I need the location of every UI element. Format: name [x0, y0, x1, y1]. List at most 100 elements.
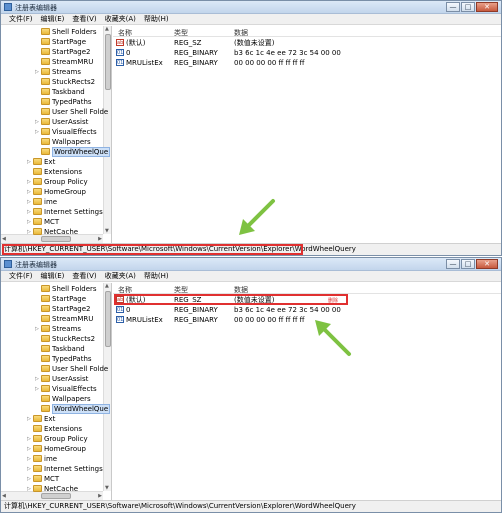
- scroll-down-icon[interactable]: ▼: [105, 485, 109, 491]
- tree-item[interactable]: ▷ NetCache: [27, 227, 78, 237]
- tree-item[interactable]: ▷ NetCache: [27, 484, 78, 494]
- folder-icon: [41, 385, 50, 392]
- scroll-left-icon[interactable]: ◀: [2, 493, 6, 499]
- title-bar[interactable]: 注册表编辑器 — □ ✕: [1, 258, 501, 271]
- scroll-up-icon[interactable]: ▲: [105, 26, 109, 32]
- folder-icon: [33, 445, 42, 452]
- tree-item[interactable]: ▷ MCT: [27, 217, 59, 227]
- value-row[interactable]: 01 MRUListEx REG_BINARY 00 00 00 00 ff ff f…: [113, 315, 501, 325]
- minimize-button[interactable]: —: [446, 2, 460, 12]
- tree-item-label: TypedPaths: [52, 355, 92, 363]
- key-tree[interactable]: ▲ ▼ ◀ ▶ Shell Folders StartPage StartPage2…: [1, 26, 112, 243]
- column-name[interactable]: 名称: [118, 28, 132, 38]
- value-row[interactable]: ab (默认) REG_SZ (数值未设置): [113, 38, 501, 48]
- tree-item[interactable]: ▷ HomeGroup: [27, 187, 86, 197]
- tree-item[interactable]: ▷ UserAssist: [35, 374, 88, 384]
- tree-item[interactable]: ▷ UserAssist: [35, 117, 88, 127]
- menu-help[interactable]: 帮助(H): [140, 271, 173, 281]
- tree-item[interactable]: ▷ Ext: [27, 157, 55, 167]
- close-button[interactable]: ✕: [476, 259, 498, 269]
- tree-item[interactable]: ▷ Streams: [35, 67, 81, 77]
- menu-view[interactable]: 查看(V): [68, 14, 100, 24]
- tree-item[interactable]: StartPage2: [35, 304, 91, 314]
- maximize-button[interactable]: □: [461, 259, 475, 269]
- tree-item[interactable]: StuckRects2: [35, 77, 95, 87]
- tree-item[interactable]: ▷ Internet Settings: [27, 464, 103, 474]
- tree-item-label: Extensions: [44, 168, 83, 176]
- tree-vertical-scrollbar[interactable]: ▲ ▼: [103, 26, 111, 234]
- tree-item[interactable]: StartPage2: [35, 47, 91, 57]
- tree-item[interactable]: ▷ Group Policy: [27, 177, 88, 187]
- tree-item-label: NetCache: [44, 485, 79, 493]
- scroll-left-icon[interactable]: ◀: [2, 236, 6, 242]
- column-data[interactable]: 数据: [234, 28, 248, 38]
- menu-favorites[interactable]: 收藏夹(A): [101, 14, 140, 24]
- menu-bar: 文件(F) 编辑(E) 查看(V) 收藏夹(A) 帮助(H): [1, 14, 501, 25]
- menu-edit[interactable]: 编辑(E): [37, 271, 69, 281]
- tree-item[interactable]: TypedPaths: [35, 97, 92, 107]
- menu-file[interactable]: 文件(F): [5, 14, 37, 24]
- string-value-icon: ab: [116, 39, 124, 46]
- menu-help[interactable]: 帮助(H): [140, 14, 173, 24]
- tree-item[interactable]: Extensions: [27, 167, 82, 177]
- key-tree[interactable]: ▲ ▼ ◀ ▶ Shell Folders StartPage StartPage2…: [1, 283, 112, 500]
- maximize-button[interactable]: □: [461, 2, 475, 12]
- tree-item[interactable]: ▷ ime: [27, 197, 57, 207]
- tree-item[interactable]: StreamMRU: [35, 314, 93, 324]
- tree-item[interactable]: User Shell Folde: [35, 364, 108, 374]
- tree-item[interactable]: TypedPaths: [35, 354, 92, 364]
- list-header: 名称 类型 数据: [113, 283, 501, 294]
- menu-edit[interactable]: 编辑(E): [37, 14, 69, 24]
- tree-item-label: StreamMRU: [52, 315, 94, 323]
- tree-item[interactable]: Wallpapers: [35, 394, 91, 404]
- tree-item[interactable]: ▷ ime: [27, 454, 57, 464]
- tree-item[interactable]: ▷ Streams: [35, 324, 81, 334]
- scroll-right-icon[interactable]: ▶: [98, 236, 102, 242]
- scrollbar-thumb[interactable]: [105, 34, 111, 90]
- value-row[interactable]: 01 0 REG_BINARY b3 6c 1c 4e ee 72 3c 54 00 …: [113, 48, 501, 58]
- tree-item[interactable]: ▷ HomeGroup: [27, 444, 86, 454]
- tree-item[interactable]: User Shell Folde: [35, 107, 108, 117]
- value-row[interactable]: 01 0 REG_BINARY b3 6c 1c 4e ee 72 3c 54 00 …: [113, 305, 501, 315]
- column-type[interactable]: 类型: [174, 28, 188, 38]
- tree-item[interactable]: StuckRects2: [35, 334, 95, 344]
- menu-view[interactable]: 查看(V): [68, 271, 100, 281]
- tree-item[interactable]: ▷ VisualEffects: [35, 127, 97, 137]
- tree-item[interactable]: ▷ Internet Settings: [27, 207, 103, 217]
- close-button[interactable]: ✕: [476, 2, 498, 12]
- folder-icon: [33, 228, 42, 235]
- scroll-down-icon[interactable]: ▼: [105, 228, 109, 234]
- tree-item[interactable]: WordWheelQue: [35, 147, 111, 157]
- tree-item[interactable]: Shell Folders: [35, 284, 97, 294]
- tree-item[interactable]: ▷ Ext: [27, 414, 55, 424]
- tree-item[interactable]: WordWheelQue: [35, 404, 111, 414]
- folder-icon: [41, 345, 50, 352]
- title-bar[interactable]: 注册表编辑器 — □ ✕: [1, 1, 501, 14]
- tree-item[interactable]: Taskband: [35, 344, 85, 354]
- tree-item[interactable]: StartPage: [35, 37, 86, 47]
- folder-icon: [33, 188, 42, 195]
- tree-vertical-scrollbar[interactable]: ▲ ▼: [103, 283, 111, 491]
- folder-icon: [41, 28, 50, 35]
- tree-item[interactable]: Taskband: [35, 87, 85, 97]
- tree-item-label: HomeGroup: [44, 188, 86, 196]
- tree-item[interactable]: StartPage: [35, 294, 86, 304]
- tree-item[interactable]: Shell Folders: [35, 27, 97, 37]
- tree-item[interactable]: ▷ MCT: [27, 474, 59, 484]
- tree-item[interactable]: ▷ VisualEffects: [35, 384, 97, 394]
- scrollbar-thumb[interactable]: [105, 291, 111, 347]
- scroll-right-icon[interactable]: ▶: [98, 493, 102, 499]
- binary-value-icon: 01: [116, 316, 124, 323]
- minimize-button[interactable]: —: [446, 259, 460, 269]
- menu-favorites[interactable]: 收藏夹(A): [101, 271, 140, 281]
- scroll-up-icon[interactable]: ▲: [105, 283, 109, 289]
- tree-item[interactable]: Extensions: [27, 424, 82, 434]
- tree-item[interactable]: Wallpapers: [35, 137, 91, 147]
- tree-item[interactable]: ▷ Group Policy: [27, 434, 88, 444]
- value-row[interactable]: 01 MRUListEx REG_BINARY 00 00 00 00 ff ff f…: [113, 58, 501, 68]
- tree-item-label: User Shell Folde: [52, 365, 109, 373]
- tree-item[interactable]: StreamMRU: [35, 57, 93, 67]
- folder-icon: [41, 395, 50, 402]
- folder-icon: [33, 178, 42, 185]
- menu-file[interactable]: 文件(F): [5, 271, 37, 281]
